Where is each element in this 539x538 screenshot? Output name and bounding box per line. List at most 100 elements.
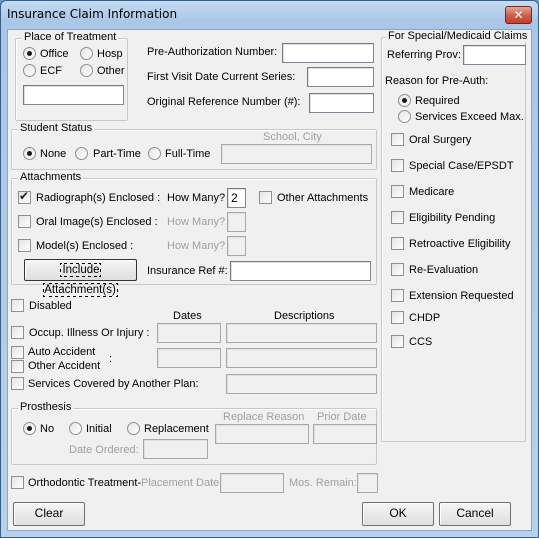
services-covered-description-input[interactable] (226, 374, 377, 394)
student-status-label: Student Status (18, 122, 95, 134)
medicare-label: Medicare (409, 186, 455, 198)
other-attachments-checkbox[interactable] (259, 191, 272, 204)
oral-image-how-many-input[interactable] (227, 212, 246, 232)
disabled-label: Disabled (29, 300, 72, 312)
oral-surgery-label: Oral Surgery (409, 134, 472, 146)
chdp-checkbox[interactable] (391, 311, 404, 324)
radio-prosthesis-initial[interactable] (69, 422, 82, 435)
radio-ecf-label: ECF (40, 65, 62, 77)
pre-authorization-label: Pre-Authorization Number: (147, 46, 278, 58)
occup-illness-checkbox[interactable] (11, 326, 24, 339)
radio-student-part-time-label: Part-Time (93, 148, 141, 160)
referring-prov-label: Referring Prov: (387, 49, 461, 61)
title-bar[interactable]: Insurance Claim Information ✕ (1, 1, 538, 29)
radio-office-label: Office (40, 48, 69, 60)
insurance-ref-label: Insurance Ref #: (147, 265, 228, 277)
models-how-many-input[interactable] (227, 236, 246, 256)
mos-remain-input[interactable] (357, 473, 378, 493)
oral-image-checkbox[interactable] (18, 215, 31, 228)
school-city-input[interactable] (221, 144, 372, 164)
retroactive-eligibility-label: Retroactive Eligibility (409, 238, 511, 250)
chdp-label: CHDP (409, 312, 441, 324)
radio-reason-required[interactable] (398, 94, 411, 107)
radio-prosthesis-initial-label: Initial (86, 423, 112, 435)
special-case-label: Special Case/EPSDT (409, 160, 514, 172)
re-evaluation-checkbox[interactable] (391, 263, 404, 276)
radio-prosthesis-replacement[interactable] (127, 422, 140, 435)
attachments-label: Attachments (18, 171, 84, 183)
dialog-body: Place of Treatment Office Hosp ECF Other… (7, 29, 532, 531)
window-title: Insurance Claim Information (7, 7, 178, 21)
placement-date-input[interactable] (220, 473, 284, 493)
first-visit-input[interactable] (307, 67, 374, 87)
auto-accident-checkbox[interactable] (11, 346, 24, 359)
accident-description-input[interactable] (226, 348, 377, 368)
close-icon: ✕ (513, 8, 524, 22)
occup-illness-label: Occup. Illness Or Injury : (29, 327, 150, 339)
accident-colon: : (109, 353, 113, 365)
radio-student-none[interactable] (23, 147, 36, 160)
radiograph-label: Radiograph(s) Enclosed : (36, 192, 161, 204)
extension-requested-checkbox[interactable] (391, 289, 404, 302)
insurance-ref-input[interactable] (230, 261, 371, 281)
radio-other-label: Other (97, 65, 125, 77)
original-ref-label: Original Reference Number (#): (147, 96, 301, 108)
orthodontic-checkbox[interactable] (11, 476, 24, 489)
oral-image-how-many-label: How Many? (167, 216, 226, 228)
other-accident-label: Other Accident (28, 360, 101, 372)
other-attachments-label: Other Attachments (277, 192, 369, 204)
date-ordered-input[interactable] (143, 439, 208, 459)
original-ref-input[interactable] (309, 93, 374, 113)
radio-hosp[interactable] (80, 47, 93, 60)
clear-button[interactable]: Clear (13, 502, 85, 526)
radio-prosthesis-no[interactable] (23, 422, 36, 435)
place-of-treatment-label: Place of Treatment (22, 31, 119, 43)
occup-illness-date-input[interactable] (157, 323, 221, 343)
radio-reason-exceed-max[interactable] (398, 110, 411, 123)
radio-student-part-time[interactable] (75, 147, 88, 160)
extension-requested-label: Extension Requested (409, 290, 514, 302)
other-accident-checkbox[interactable] (11, 360, 24, 373)
eligibility-pending-checkbox[interactable] (391, 211, 404, 224)
radiograph-checkbox[interactable] (18, 189, 31, 204)
date-ordered-label: Date Ordered: (69, 444, 139, 456)
referring-prov-input[interactable] (463, 45, 526, 65)
disabled-checkbox[interactable] (11, 299, 24, 312)
prior-date-input[interactable] (313, 424, 377, 444)
services-covered-checkbox[interactable] (11, 377, 24, 390)
ccs-checkbox[interactable] (391, 335, 404, 348)
include-attachments-button[interactable]: Include Attachment(s) (24, 259, 137, 297)
radio-other[interactable] (80, 64, 93, 77)
radiograph-how-many-input[interactable]: 2 (227, 188, 246, 208)
close-button[interactable]: ✕ (505, 6, 532, 24)
radio-office[interactable] (23, 47, 36, 60)
special-case-checkbox[interactable] (391, 159, 404, 172)
oral-surgery-checkbox[interactable] (391, 133, 404, 146)
cancel-button[interactable]: Cancel (439, 502, 511, 526)
radio-prosthesis-no-label: No (40, 423, 55, 435)
services-covered-label: Services Covered by Another Plan: (28, 378, 199, 390)
occup-illness-description-input[interactable] (226, 323, 377, 343)
pre-authorization-input[interactable] (282, 43, 374, 63)
ok-button[interactable]: OK (362, 502, 434, 526)
prior-date-label: Prior Date (317, 411, 367, 423)
place-other-input[interactable] (23, 85, 124, 105)
radio-student-full-time[interactable] (148, 147, 161, 160)
models-checkbox[interactable] (18, 239, 31, 252)
radio-reason-exceed-max-label: Services Exceed Max. (415, 111, 524, 123)
radio-reason-required-label: Required (415, 95, 460, 107)
models-how-many-label: How Many? (167, 240, 226, 252)
radio-hosp-label: Hosp (97, 48, 123, 60)
retroactive-eligibility-checkbox[interactable] (391, 237, 404, 250)
radio-ecf[interactable] (23, 64, 36, 77)
auto-accident-label: Auto Accident (28, 346, 96, 358)
medicaid-label: For Special/Medicaid Claims (386, 30, 530, 42)
placement-date-label: Placement Date: (141, 477, 223, 489)
replace-reason-label: Replace Reason (223, 411, 305, 423)
eligibility-pending-label: Eligibility Pending (409, 212, 496, 224)
replace-reason-input[interactable] (215, 424, 309, 444)
radio-prosthesis-replacement-label: Replacement (144, 423, 209, 435)
accident-date-input[interactable] (157, 348, 221, 368)
medicare-checkbox[interactable] (391, 185, 404, 198)
re-evaluation-label: Re-Evaluation (409, 264, 479, 276)
